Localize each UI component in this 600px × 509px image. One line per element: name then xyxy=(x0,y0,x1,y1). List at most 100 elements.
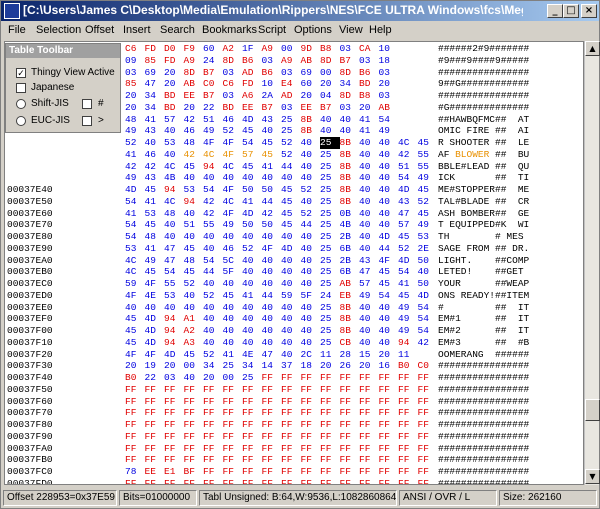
hex-byte[interactable]: 49 xyxy=(125,125,145,137)
hex-byte[interactable]: 54 xyxy=(418,325,432,337)
hex-byte[interactable]: 4F xyxy=(203,137,223,149)
hex-byte[interactable]: FF xyxy=(301,454,321,466)
hex-byte[interactable]: FF xyxy=(379,454,399,466)
hex-byte[interactable]: 4D xyxy=(398,255,418,267)
hex-byte[interactable]: FF xyxy=(301,466,321,478)
hex-byte[interactable]: 40 xyxy=(281,325,301,337)
hex-byte[interactable]: 40 xyxy=(164,302,184,314)
hex-byte[interactable]: 52 xyxy=(281,149,301,161)
hex-byte[interactable]: EB xyxy=(340,290,360,302)
hex-byte[interactable]: FF xyxy=(340,372,360,384)
hex-byte[interactable]: FF xyxy=(223,431,243,443)
hex-byte[interactable]: 40 xyxy=(262,125,282,137)
hex-byte[interactable]: 4D xyxy=(145,337,165,349)
hex-byte[interactable]: 4F xyxy=(379,255,399,267)
hex-byte[interactable]: 50 xyxy=(242,219,262,231)
hex-byte[interactable]: FF xyxy=(262,396,282,408)
hex-byte[interactable]: 34 xyxy=(340,78,360,90)
hex-byte[interactable]: 20 xyxy=(359,360,379,372)
hex-byte[interactable]: FF xyxy=(145,431,165,443)
hex-byte[interactable]: 50 xyxy=(262,219,282,231)
hex-byte[interactable]: 6B xyxy=(340,243,360,255)
hex-byte[interactable]: 40 xyxy=(281,302,301,314)
hex-byte[interactable]: FF xyxy=(164,454,184,466)
hex-byte[interactable]: BD xyxy=(359,78,379,90)
hex-byte[interactable]: 55 xyxy=(418,161,432,173)
hex-byte[interactable]: 40 xyxy=(301,161,321,173)
hex-byte[interactable]: 40 xyxy=(340,114,360,126)
hex-byte[interactable]: C6 xyxy=(223,78,243,90)
hex-byte[interactable]: FF xyxy=(379,478,399,484)
hex-byte[interactable]: 20 xyxy=(164,78,184,90)
hex-byte[interactable]: 8B xyxy=(340,137,360,149)
title-bar[interactable]: [C:\Users\James C\Desktop\Media\Emulatio… xyxy=(1,1,599,21)
hex-byte[interactable]: FF xyxy=(379,431,399,443)
hex-byte[interactable]: 94 xyxy=(184,196,204,208)
hex-byte[interactable]: 4F xyxy=(125,349,145,361)
hex-byte[interactable]: EE xyxy=(145,466,165,478)
hex-byte[interactable]: 45 xyxy=(184,161,204,173)
hex-byte[interactable]: 45 xyxy=(418,137,432,149)
hex-byte[interactable]: 28 xyxy=(340,349,360,361)
hex-byte[interactable]: 49 xyxy=(398,325,418,337)
hex-byte[interactable]: FF xyxy=(242,478,262,484)
hex-column[interactable]: C6 FD D0 F9 60 A2 1F A9 00 9D B8 03 CA 10 09 85 FD A9 24 8D… xyxy=(125,43,432,484)
hex-byte[interactable]: 25 xyxy=(320,313,340,325)
hex-byte[interactable]: 42 xyxy=(398,149,418,161)
hex-byte[interactable]: FF xyxy=(145,396,165,408)
hex-byte[interactable]: 25 xyxy=(320,302,340,314)
minimize-button[interactable]: _ xyxy=(547,4,563,18)
hex-byte[interactable]: FF xyxy=(340,478,360,484)
hex-byte[interactable]: FF xyxy=(262,372,282,384)
hex-byte[interactable]: 37 xyxy=(281,360,301,372)
hex-byte[interactable]: 40 xyxy=(418,266,432,278)
menu-options[interactable]: Options xyxy=(294,24,332,36)
hex-byte[interactable]: 47 xyxy=(164,255,184,267)
hex-byte[interactable]: FF xyxy=(125,419,145,431)
hex-byte[interactable]: 20 xyxy=(203,372,223,384)
hex-byte[interactable]: 49 xyxy=(359,290,379,302)
menu-script[interactable]: Script xyxy=(258,24,286,36)
hex-byte[interactable]: 8B xyxy=(340,172,360,184)
hex-byte[interactable]: 4E xyxy=(145,290,165,302)
hex-byte[interactable]: FF xyxy=(164,396,184,408)
hex-byte[interactable]: E4 xyxy=(281,78,301,90)
hex-byte[interactable]: 34 xyxy=(203,360,223,372)
hex-byte[interactable]: A9 xyxy=(281,55,301,67)
hex-byte[interactable]: 54 xyxy=(242,137,262,149)
hex-byte[interactable]: 52 xyxy=(223,125,243,137)
hex-byte[interactable]: 40 xyxy=(281,172,301,184)
hex-byte[interactable]: 40 xyxy=(379,208,399,220)
hex-byte[interactable]: 8D xyxy=(184,67,204,79)
hex-byte[interactable]: 40 xyxy=(359,172,379,184)
hex-byte[interactable]: FF xyxy=(125,443,145,455)
hex-byte[interactable]: E1 xyxy=(164,466,184,478)
hex-byte[interactable]: FF xyxy=(164,431,184,443)
hex-byte[interactable]: FF xyxy=(301,384,321,396)
hex-byte[interactable]: 03 xyxy=(359,55,379,67)
hex-byte[interactable]: FF xyxy=(301,478,321,484)
hex-byte[interactable]: FF xyxy=(301,396,321,408)
hex-byte[interactable]: 42 xyxy=(184,149,204,161)
hex-byte[interactable]: FF xyxy=(418,372,432,384)
hex-byte[interactable]: 2B xyxy=(340,255,360,267)
hex-byte[interactable]: 43 xyxy=(398,196,418,208)
hex-byte[interactable]: 94 xyxy=(164,325,184,337)
hex-byte[interactable]: 8D xyxy=(223,55,243,67)
hex-byte[interactable]: 60 xyxy=(301,78,321,90)
hex-byte[interactable]: 78 xyxy=(125,466,145,478)
hex-byte[interactable]: 40 xyxy=(379,302,399,314)
hex-byte[interactable]: B6 xyxy=(242,55,262,67)
hex-byte[interactable]: FF xyxy=(301,443,321,455)
hex-byte[interactable]: AB xyxy=(301,55,321,67)
hex-byte[interactable]: 24 xyxy=(203,55,223,67)
hex-byte[interactable]: 9D xyxy=(301,43,321,55)
hex-byte[interactable]: 15 xyxy=(359,349,379,361)
hex-byte[interactable]: 5F xyxy=(223,266,243,278)
hex-byte[interactable]: FF xyxy=(359,407,379,419)
hex-byte[interactable]: 40 xyxy=(242,325,262,337)
hex-byte[interactable]: 40 xyxy=(301,266,321,278)
hex-byte[interactable]: 40 xyxy=(164,125,184,137)
hash-checkbox[interactable] xyxy=(82,99,92,109)
hex-byte[interactable]: 03 xyxy=(164,372,184,384)
